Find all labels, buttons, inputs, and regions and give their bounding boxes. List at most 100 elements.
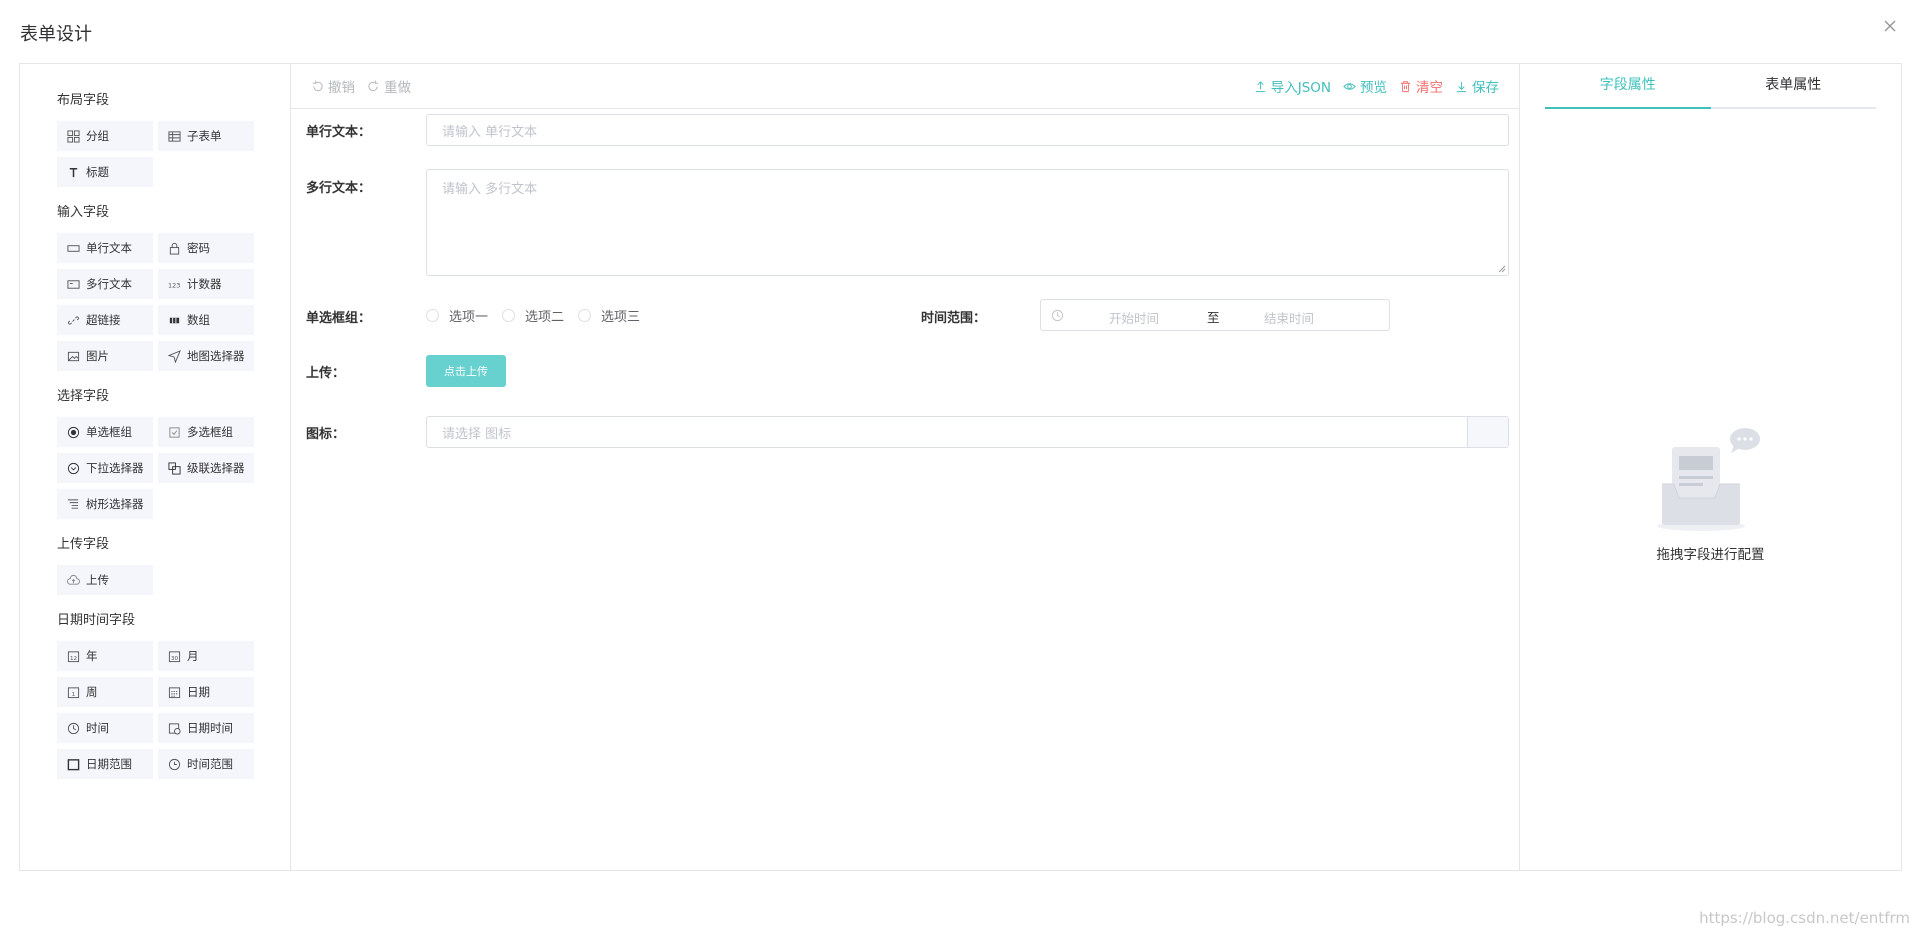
svg-text:30: 30 [171, 655, 179, 661]
preview-button[interactable]: 预览 [1343, 76, 1387, 96]
redo-label: 重做 [384, 80, 411, 96]
comp-item-checkbox[interactable]: 多选框组 [158, 417, 254, 447]
icon-select-input[interactable]: 请选择 图标 [426, 416, 1509, 448]
preview-label: 预览 [1360, 80, 1387, 96]
comp-item-month[interactable]: 30 月 [158, 641, 254, 671]
dialog-title: 表单设计 [20, 24, 92, 45]
map-icon [168, 349, 181, 363]
radio-option-2[interactable]: 选项二 [502, 306, 564, 325]
comp-item-label: 密码 [187, 241, 210, 255]
comp-item-label: 单选框组 [86, 425, 132, 439]
comp-item-label: 单行文本 [86, 241, 132, 255]
resize-grip-icon[interactable] [1498, 265, 1506, 273]
tab-form-props[interactable]: 表单属性 [1711, 64, 1877, 107]
daterange-icon [67, 758, 80, 770]
comp-item-label: 月 [187, 649, 199, 663]
tab-field-props[interactable]: 字段属性 [1545, 64, 1711, 109]
comp-item-link[interactable]: 超链接 [57, 305, 153, 335]
comp-item-label: 时间范围 [187, 757, 233, 771]
comp-item-label: 日期 [187, 685, 210, 699]
import-json-button[interactable]: 导入JSON [1254, 76, 1331, 96]
group-title-select: 选择字段 [57, 389, 110, 404]
comp-item-tree[interactable]: 树形选择器 [57, 489, 153, 519]
svg-text:12: 12 [70, 655, 77, 661]
icon-picker-append[interactable] [1467, 417, 1508, 447]
tree-icon [67, 498, 79, 509]
time-range-end[interactable]: 结束时间 [1264, 308, 1314, 327]
counter-icon: 123 [168, 281, 180, 289]
comp-item-label: 图片 [86, 349, 109, 363]
svg-text:1: 1 [72, 691, 76, 697]
comp-item-week[interactable]: 1 周 [57, 677, 153, 707]
comp-item-upload[interactable]: 上传 [57, 565, 153, 595]
upload-label: 上传： [306, 366, 346, 381]
empty-inbox-icon [1657, 428, 1760, 531]
eye-icon [1343, 82, 1356, 90]
comp-item-label: 时间 [86, 721, 109, 735]
comp-item-counter[interactable]: 123 计数器 [158, 269, 254, 299]
redo-button[interactable]: 重做 [367, 76, 411, 96]
timerange-icon [168, 758, 181, 770]
comp-item-cascader[interactable]: 级联选择器 [158, 453, 254, 483]
properties-panel: 字段属性 表单属性 拖拽字段进行配置 [1520, 64, 1901, 870]
comp-item-map[interactable]: 地图选择器 [158, 341, 254, 371]
comp-item-year[interactable]: 12 年 [57, 641, 153, 671]
single-text-input[interactable]: 请输入 单行文本 [426, 114, 1509, 146]
undo-icon [312, 79, 323, 91]
radio-option-1[interactable]: 选项一 [426, 306, 488, 325]
undo-label: 撤销 [328, 80, 355, 96]
trash-icon [1400, 80, 1411, 92]
comp-item-daterange[interactable]: 日期范围 [57, 749, 153, 779]
comp-item-title[interactable]: 标题 [57, 157, 153, 187]
year-icon: 12 [67, 650, 80, 662]
undo-button[interactable]: 撤销 [311, 76, 355, 96]
week-icon: 1 [67, 686, 80, 698]
radio-option-label: 选项三 [601, 310, 641, 325]
comp-item-label: 分组 [86, 129, 109, 143]
radio-option-label: 选项二 [525, 310, 565, 325]
close-icon[interactable] [1882, 18, 1898, 34]
comp-item-multi-text[interactable]: 多行文本 [57, 269, 153, 299]
comp-item-datetime[interactable]: 日期时间 [158, 713, 254, 743]
form-canvas: 单行文本： 请输入 单行文本 多行文本： 请输入 多行文本 单选框组： 选项一 … [291, 109, 1519, 870]
clock-icon [1051, 309, 1064, 322]
lock-icon [169, 242, 180, 255]
save-label: 保存 [1472, 80, 1499, 96]
form-designer: 布局字段 分组 子表单 标题 输入字段 单行文本 密码 多行文本 123 计数器… [19, 63, 1902, 871]
save-button[interactable]: 保存 [1455, 76, 1499, 96]
download-icon [1456, 81, 1467, 92]
comp-item-label: 日期范围 [86, 757, 132, 771]
comp-item-group[interactable]: 分组 [57, 121, 153, 151]
redo-icon [368, 79, 379, 91]
comp-item-label: 树形选择器 [86, 497, 144, 511]
comp-item-subform[interactable]: 子表单 [158, 121, 254, 151]
time-range-start[interactable]: 开始时间 [1109, 308, 1159, 327]
table-icon [168, 130, 181, 142]
icon-label: 图标： [306, 427, 346, 442]
time-range-picker[interactable]: 开始时间 至 结束时间 [1040, 299, 1390, 331]
title-icon [69, 167, 78, 177]
checkbox-icon [169, 426, 180, 438]
comp-item-image[interactable]: 图片 [57, 341, 153, 371]
upload-button[interactable]: 点击上传 [426, 355, 506, 387]
comp-item-time[interactable]: 时间 [57, 713, 153, 743]
comp-item-date[interactable]: 日期 [158, 677, 254, 707]
textarea-icon [67, 279, 80, 289]
comp-item-timerange[interactable]: 时间范围 [158, 749, 254, 779]
comp-item-array[interactable]: 数组 [158, 305, 254, 335]
comp-item-label: 超链接 [86, 313, 121, 327]
image-icon [67, 351, 80, 361]
clock-icon [67, 722, 80, 734]
radio-circle-icon [502, 309, 515, 322]
comp-item-radio[interactable]: 单选框组 [57, 417, 153, 447]
comp-item-single-text[interactable]: 单行文本 [57, 233, 153, 263]
comp-item-select[interactable]: 下拉选择器 [57, 453, 153, 483]
upload-icon [1255, 80, 1265, 92]
comp-item-password[interactable]: 密码 [158, 233, 254, 263]
clear-button[interactable]: 清空 [1399, 76, 1443, 96]
comp-item-label: 级联选择器 [187, 461, 245, 475]
radio-option-3[interactable]: 选项三 [578, 306, 640, 325]
canvas-toolbar: 撤销 重做 导入JSON 预览 清空 保存 [291, 64, 1519, 109]
group-title-layout: 布局字段 [57, 93, 110, 108]
multi-text-textarea[interactable]: 请输入 多行文本 [426, 169, 1509, 276]
